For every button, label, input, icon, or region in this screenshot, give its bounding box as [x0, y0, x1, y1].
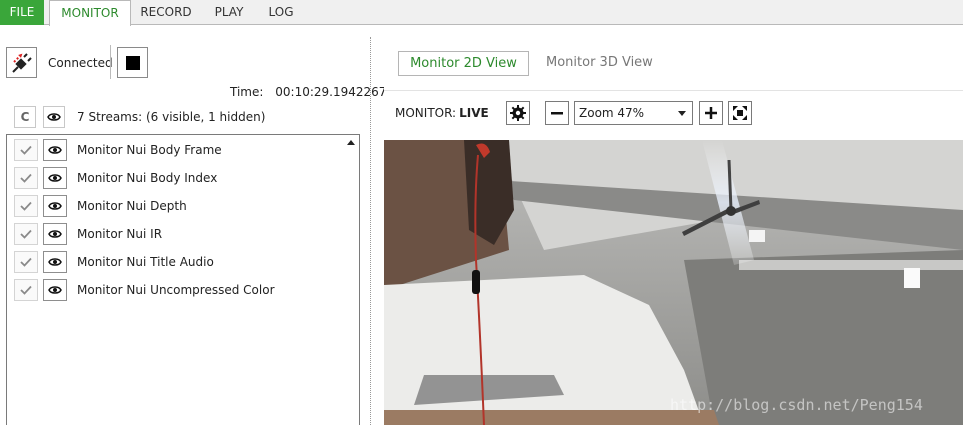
- stream-visibility-toggle[interactable]: [43, 139, 67, 161]
- stream-row[interactable]: Monitor Nui Body Index: [7, 164, 337, 192]
- stop-button[interactable]: [117, 47, 148, 78]
- check-icon: [20, 285, 32, 295]
- menu-bar: FILE MONITOR RECORD PLAY LOG: [0, 0, 963, 26]
- stop-icon: [125, 55, 140, 70]
- video-feed: http://blog.csdn.net/Peng154: [384, 140, 963, 425]
- stream-visibility-toggle[interactable]: [43, 195, 67, 217]
- stream-row[interactable]: Monitor Nui Depth: [7, 192, 337, 220]
- eye-icon: [48, 174, 62, 182]
- plug-disconnect-icon: [11, 52, 32, 73]
- stream-row[interactable]: Monitor Nui Body Frame: [7, 136, 337, 164]
- stream-label: Monitor Nui Body Frame: [77, 143, 222, 157]
- zoom-select[interactable]: Zoom 47%: [574, 101, 693, 125]
- streams-summary: 7 Streams: (6 visible, 1 hidden): [77, 110, 266, 124]
- toolbar-divider: [110, 45, 111, 79]
- settings-button[interactable]: [506, 101, 530, 125]
- menu-tab-log[interactable]: LOG: [260, 0, 302, 25]
- fit-to-window-button[interactable]: [728, 101, 752, 125]
- stream-label: Monitor Nui Uncompressed Color: [77, 283, 275, 297]
- zoom-out-button[interactable]: [545, 101, 569, 125]
- divider: [384, 90, 963, 91]
- stream-enabled-checkbox[interactable]: [14, 139, 38, 161]
- monitor-status: MONITOR: LIVE: [395, 106, 489, 120]
- stream-enabled-checkbox[interactable]: [14, 167, 38, 189]
- stream-label: Monitor Nui Depth: [77, 199, 187, 213]
- monitor-label: MONITOR:: [395, 106, 457, 120]
- menu-tab-record[interactable]: RECORD: [135, 0, 197, 25]
- tab-monitor-2d-view[interactable]: Monitor 2D View: [398, 51, 529, 76]
- zoom-value: Zoom 47%: [579, 106, 645, 120]
- menu-tab-file[interactable]: FILE: [0, 0, 44, 25]
- stream-row[interactable]: Monitor Nui Title Audio: [7, 248, 337, 276]
- stream-enabled-checkbox[interactable]: [14, 223, 38, 245]
- stream-enabled-checkbox[interactable]: [14, 251, 38, 273]
- zoom-in-button[interactable]: [699, 101, 723, 125]
- streams-panel: Connected Time: 00:10:29.1942267 C 7 Str…: [0, 37, 386, 425]
- check-icon: [20, 173, 32, 183]
- stream-visibility-toggle[interactable]: [43, 279, 67, 301]
- stream-visibility-toggle[interactable]: [43, 251, 67, 273]
- watermark: http://blog.csdn.net/Peng154: [670, 396, 923, 414]
- eye-icon: [48, 230, 62, 238]
- stream-label: Monitor Nui Body Index: [77, 171, 218, 185]
- menu-tab-play[interactable]: PLAY: [205, 0, 253, 25]
- gear-icon: [510, 105, 526, 121]
- time-value: 00:10:29.1942267: [275, 85, 387, 99]
- scroll-up-icon[interactable]: [347, 140, 355, 145]
- stream-visibility-toggle[interactable]: [43, 223, 67, 245]
- stream-label: Monitor Nui Title Audio: [77, 255, 214, 269]
- check-icon: [20, 145, 32, 155]
- connection-status: Connected: [48, 56, 113, 70]
- menu-tab-monitor[interactable]: MONITOR: [49, 0, 131, 26]
- eye-icon: [48, 202, 62, 210]
- stream-visibility-toggle[interactable]: [43, 167, 67, 189]
- check-icon: [20, 257, 32, 267]
- stream-label: Monitor Nui IR: [77, 227, 163, 241]
- eye-icon: [48, 258, 62, 266]
- stream-enabled-checkbox[interactable]: [14, 195, 38, 217]
- eye-icon: [48, 286, 62, 294]
- eye-icon: [48, 146, 62, 154]
- check-icon: [20, 201, 32, 211]
- stream-row[interactable]: Monitor Nui IR: [7, 220, 337, 248]
- stream-list: Monitor Nui Body Frame Monitor Nui Body I…: [6, 134, 360, 425]
- connect-button[interactable]: [6, 47, 37, 78]
- plus-icon: [705, 107, 717, 119]
- eye-icon: [47, 113, 61, 121]
- camera-frame-image: [384, 140, 963, 425]
- tab-monitor-3d-view[interactable]: Monitor 3D View: [546, 55, 653, 70]
- minus-icon: [551, 112, 563, 115]
- stream-row[interactable]: Monitor Nui Uncompressed Color: [7, 276, 337, 304]
- monitor-panel: Monitor 2D View Monitor 3D View MONITOR:…: [384, 37, 963, 425]
- expand-icon: [733, 106, 747, 120]
- time-readout: Time: 00:10:29.1942267: [230, 85, 386, 99]
- toggle-all-visibility-button[interactable]: [43, 106, 65, 128]
- monitor-live-badge: LIVE: [459, 106, 489, 120]
- stream-enabled-checkbox[interactable]: [14, 279, 38, 301]
- clear-button[interactable]: C: [14, 106, 36, 128]
- check-icon: [20, 229, 32, 239]
- time-label: Time:: [230, 85, 264, 99]
- chevron-down-icon: [678, 111, 686, 116]
